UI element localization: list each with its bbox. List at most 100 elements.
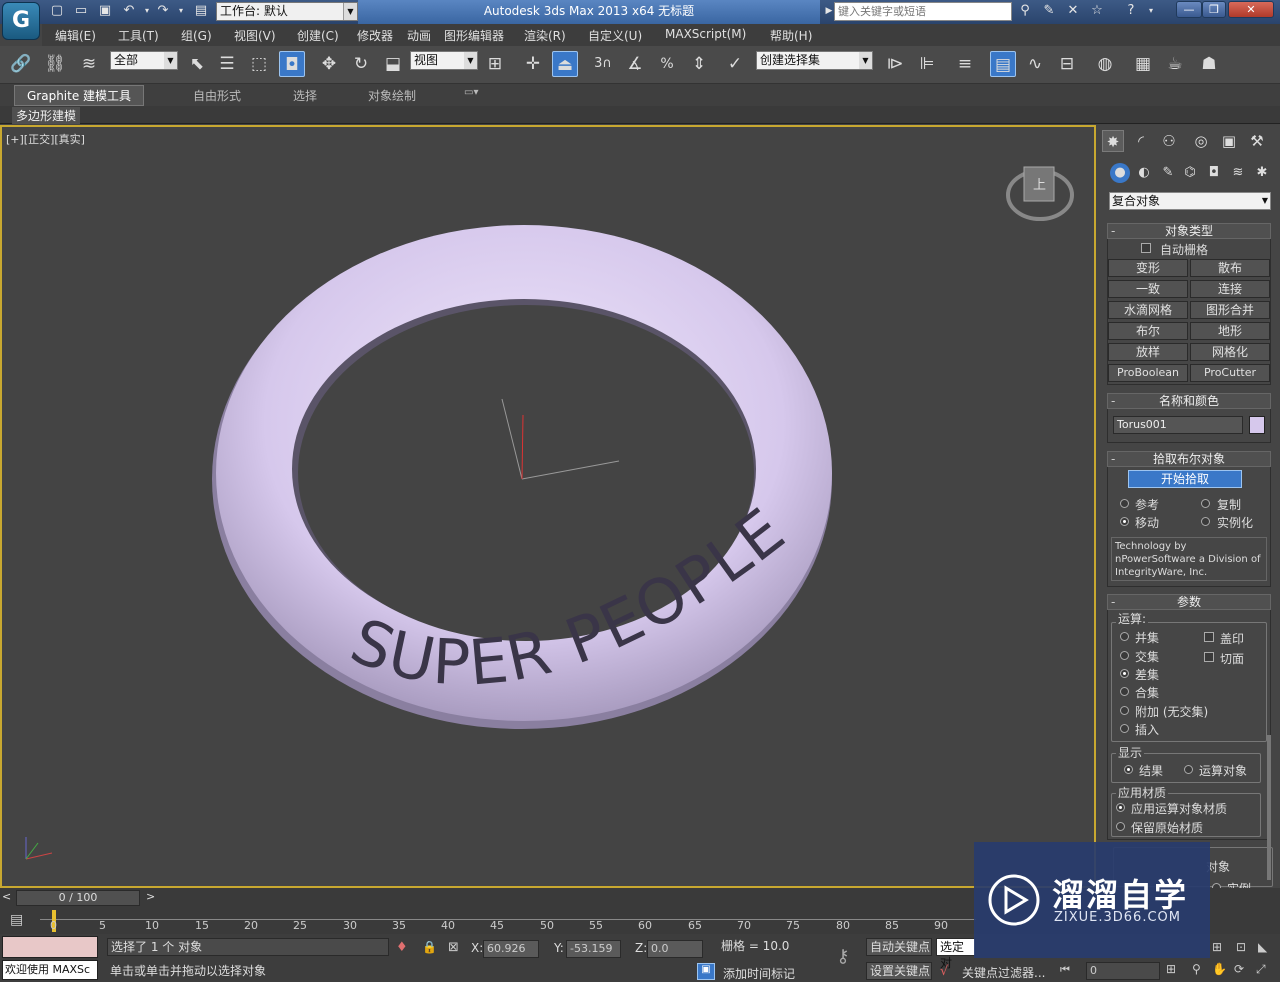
instance-radio[interactable] (1201, 517, 1210, 526)
polygon-modeling-label[interactable]: 多边形建模 (12, 107, 81, 124)
merge-radio[interactable] (1120, 687, 1129, 696)
menu-graph-editors[interactable]: 图形编辑器 (444, 27, 504, 44)
subtraction-radio[interactable] (1120, 669, 1129, 678)
panel-scrollbar[interactable] (1267, 735, 1271, 880)
filmstrip-icon[interactable]: ▤ (10, 912, 32, 930)
lock-icon[interactable]: 🔒 (422, 940, 437, 954)
render-production-icon[interactable]: ☗ (1196, 51, 1222, 77)
redo-dropdown-icon[interactable]: ▾ (172, 3, 190, 19)
pan-icon[interactable]: ✋ (1212, 962, 1227, 976)
graphite-toggle-icon[interactable]: ▤ (990, 51, 1016, 77)
minimize-button[interactable]: — (1176, 1, 1202, 18)
edit-named-selection-icon[interactable]: ✓ (722, 51, 748, 77)
key-filters-button[interactable]: 关键点过滤器... (962, 964, 1045, 981)
zoom-all-icon[interactable]: ⊡ (1236, 940, 1246, 954)
menu-maxscript[interactable]: MAXScript(M) (665, 27, 746, 41)
window-crossing-icon[interactable]: ◘ (279, 51, 305, 77)
object-type-rollout-header[interactable]: - 对象类型 (1107, 223, 1271, 239)
zoom-extents-icon[interactable]: ⊞ (1212, 940, 1222, 954)
reference-radio[interactable] (1120, 499, 1129, 508)
display-operands-radio[interactable] (1184, 765, 1193, 774)
material-editor-icon[interactable]: ◍ (1092, 51, 1118, 77)
z-coord-field[interactable]: 0.0 (647, 940, 703, 958)
auto-key-button[interactable]: 自动关键点 (866, 938, 932, 956)
start-pick-button[interactable]: 开始拾取 (1128, 470, 1242, 488)
terrain-button[interactable]: 地形 (1190, 322, 1270, 340)
perspective-viewport[interactable]: [+][正交][真实] SUPER PEOPLE 上 (0, 125, 1096, 888)
mesher-button[interactable]: 网格化 (1190, 343, 1270, 361)
mirror-icon[interactable]: ⧐ (882, 51, 908, 77)
maximize-viewport-icon[interactable]: ⤢ (1256, 962, 1266, 977)
subscription-icon[interactable]: ✎ (1040, 3, 1058, 19)
redo-icon[interactable]: ↷ (154, 3, 172, 19)
union-radio[interactable] (1120, 632, 1129, 641)
time-tag-icon[interactable]: ▣ (697, 963, 715, 980)
ref-coord-dropdown[interactable]: 视图 ▼ (410, 51, 478, 70)
menu-modifiers[interactable]: 修改器 (357, 27, 393, 44)
spinner-snap-icon[interactable]: ⇕ (686, 51, 712, 77)
undo-icon[interactable]: ↶ (120, 3, 138, 19)
cameras-icon[interactable]: ⌬ (1180, 163, 1200, 183)
x-coord-field[interactable]: 60.926 (483, 940, 539, 958)
project-folder-icon[interactable]: ▤ (192, 3, 210, 19)
space-warps-icon[interactable]: ≋ (1228, 163, 1248, 183)
unlink-icon[interactable]: ⛓ (42, 51, 68, 77)
connect-button[interactable]: 连接 (1190, 280, 1270, 298)
modify-tab-icon[interactable]: ◜ (1130, 130, 1152, 152)
orbit-icon[interactable]: ⟳ (1234, 962, 1244, 976)
create-tab-icon[interactable]: ✸ (1102, 130, 1124, 152)
menu-rendering[interactable]: 渲染(R) (524, 27, 566, 44)
percent-snap-icon[interactable]: % (654, 51, 680, 77)
absolute-mode-icon[interactable]: ⊠ (448, 940, 459, 955)
scale-icon[interactable]: ⬓ (380, 51, 406, 77)
insert-radio[interactable] (1120, 724, 1129, 733)
menu-customize[interactable]: 自定义(U) (588, 27, 642, 44)
conform-button[interactable]: 一致 (1108, 280, 1188, 298)
layer-manager-icon[interactable]: ≡ (952, 51, 978, 77)
blobmesh-button[interactable]: 水滴网格 (1108, 301, 1188, 319)
maxscript-mini-listener[interactable]: 欢迎使用 MAXSc (2, 960, 98, 980)
shapemerge-button[interactable]: 图形合并 (1190, 301, 1270, 319)
snap-toggle-icon[interactable]: 3∩ (590, 51, 616, 77)
key-icon[interactable]: ⚷ (826, 946, 860, 972)
help-dropdown-icon[interactable]: ▾ (1142, 3, 1160, 19)
keyboard-shortcut-override-icon[interactable]: ⏏ (552, 51, 578, 77)
retain-original-material-radio[interactable] (1116, 822, 1125, 831)
rect-selection-icon[interactable]: ⬚ (246, 51, 272, 77)
new-file-icon[interactable]: ▢ (48, 3, 66, 19)
morph-button[interactable]: 变形 (1108, 259, 1188, 277)
workspace-dropdown[interactable]: 工作台: 默认 ▼ (216, 2, 358, 21)
time-prev-icon[interactable]: < (2, 890, 11, 903)
move-icon[interactable]: ✥ (316, 51, 342, 77)
systems-icon[interactable]: ✱ (1252, 163, 1272, 183)
select-manipulate-icon[interactable]: ✛ (520, 51, 546, 77)
hierarchy-tab-icon[interactable]: ⚇ (1158, 130, 1180, 152)
search-input[interactable]: 键入关键字或短语 (834, 2, 1012, 21)
tab-freeform[interactable]: 自由形式 (193, 87, 241, 104)
imprint-checkbox[interactable] (1204, 632, 1214, 642)
display-result-radio[interactable] (1124, 765, 1133, 774)
menu-views[interactable]: 视图(V) (234, 27, 276, 44)
menu-edit[interactable]: 编辑(E) (55, 27, 96, 44)
parameters-rollout-header[interactable]: - 参数 (1107, 594, 1271, 610)
menu-create[interactable]: 创建(C) (297, 27, 339, 44)
binoculars-icon[interactable]: ⚲ (1016, 3, 1034, 19)
loft-button[interactable]: 放样 (1108, 343, 1188, 361)
selected-filter-dropdown[interactable]: 选定对 (936, 938, 976, 970)
utilities-tab-icon[interactable]: ⚒ (1246, 130, 1268, 152)
restore-button[interactable]: ❐ (1202, 1, 1226, 18)
bind-space-warp-icon[interactable]: ≋ (76, 51, 102, 77)
geometry-icon[interactable]: ● (1110, 163, 1130, 183)
set-key-button[interactable]: 设置关键点 (866, 962, 932, 980)
pick-boolean-rollout-header[interactable]: - 拾取布尔对象 (1107, 451, 1271, 467)
select-by-name-icon[interactable]: ☰ (214, 51, 240, 77)
viewcube-icon[interactable]: 上 (1006, 166, 1074, 221)
time-next-icon[interactable]: > (146, 890, 155, 903)
schematic-view-icon[interactable]: ⊟ (1054, 51, 1080, 77)
selection-filter-dropdown[interactable]: 全部 ▼ (110, 51, 178, 70)
goto-start-icon[interactable]: ⏮ (1060, 963, 1070, 977)
named-selection-dropdown[interactable]: 创建选择集 ▼ (756, 51, 873, 70)
tab-selection[interactable]: 选择 (293, 87, 317, 104)
display-tab-icon[interactable]: ▣ (1218, 130, 1240, 152)
render-setup-icon[interactable]: ▦ (1130, 51, 1156, 77)
